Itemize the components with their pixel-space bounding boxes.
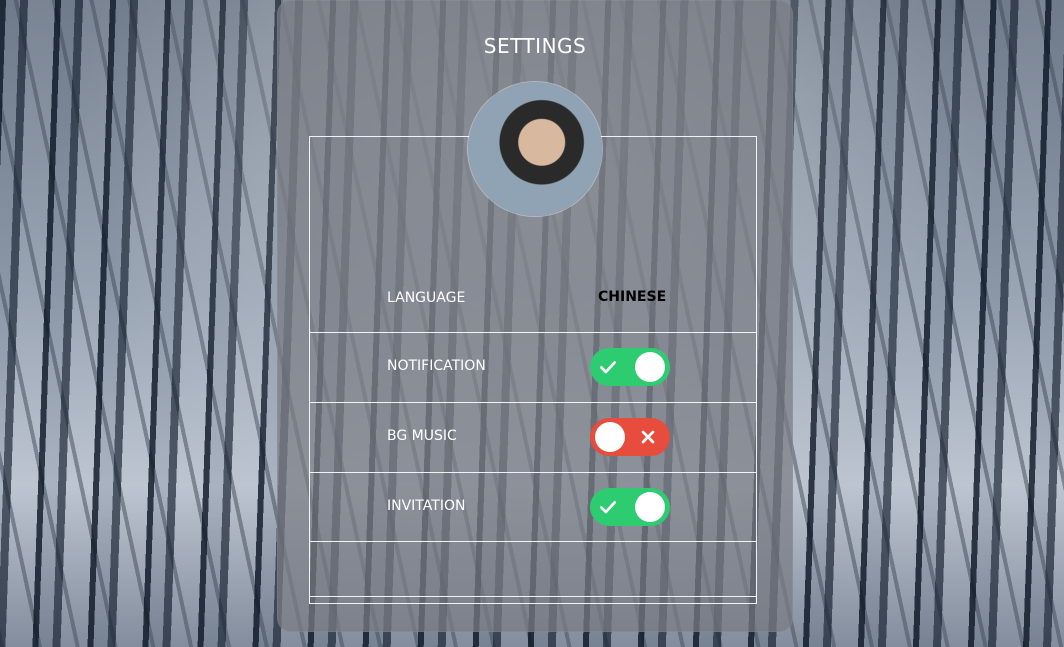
toggle-knob <box>635 352 665 382</box>
close-icon <box>641 430 655 444</box>
invitation-label: INVITATION <box>387 498 466 514</box>
settings-panel: SETTINGS LANGUAGE CHINESE NOTIFICATION B… <box>277 0 793 632</box>
check-icon <box>600 501 616 514</box>
invitation-row: INVITATION <box>310 473 756 542</box>
check-icon <box>600 361 616 374</box>
notification-toggle[interactable] <box>590 348 670 386</box>
bg-music-label: BG MUSIC <box>387 428 457 444</box>
notification-row: NOTIFICATION <box>310 333 756 403</box>
language-label: LANGUAGE <box>387 290 466 306</box>
notification-label: NOTIFICATION <box>387 358 486 374</box>
bg-music-row: BG MUSIC <box>310 403 756 473</box>
language-value[interactable]: CHINESE <box>598 289 666 305</box>
bg-music-toggle[interactable] <box>590 418 670 456</box>
toggle-knob <box>595 422 625 452</box>
avatar[interactable] <box>468 82 602 216</box>
page-title: SETTINGS <box>483 34 587 58</box>
empty-row <box>310 542 756 597</box>
toggle-knob <box>635 492 665 522</box>
invitation-toggle[interactable] <box>590 488 670 526</box>
